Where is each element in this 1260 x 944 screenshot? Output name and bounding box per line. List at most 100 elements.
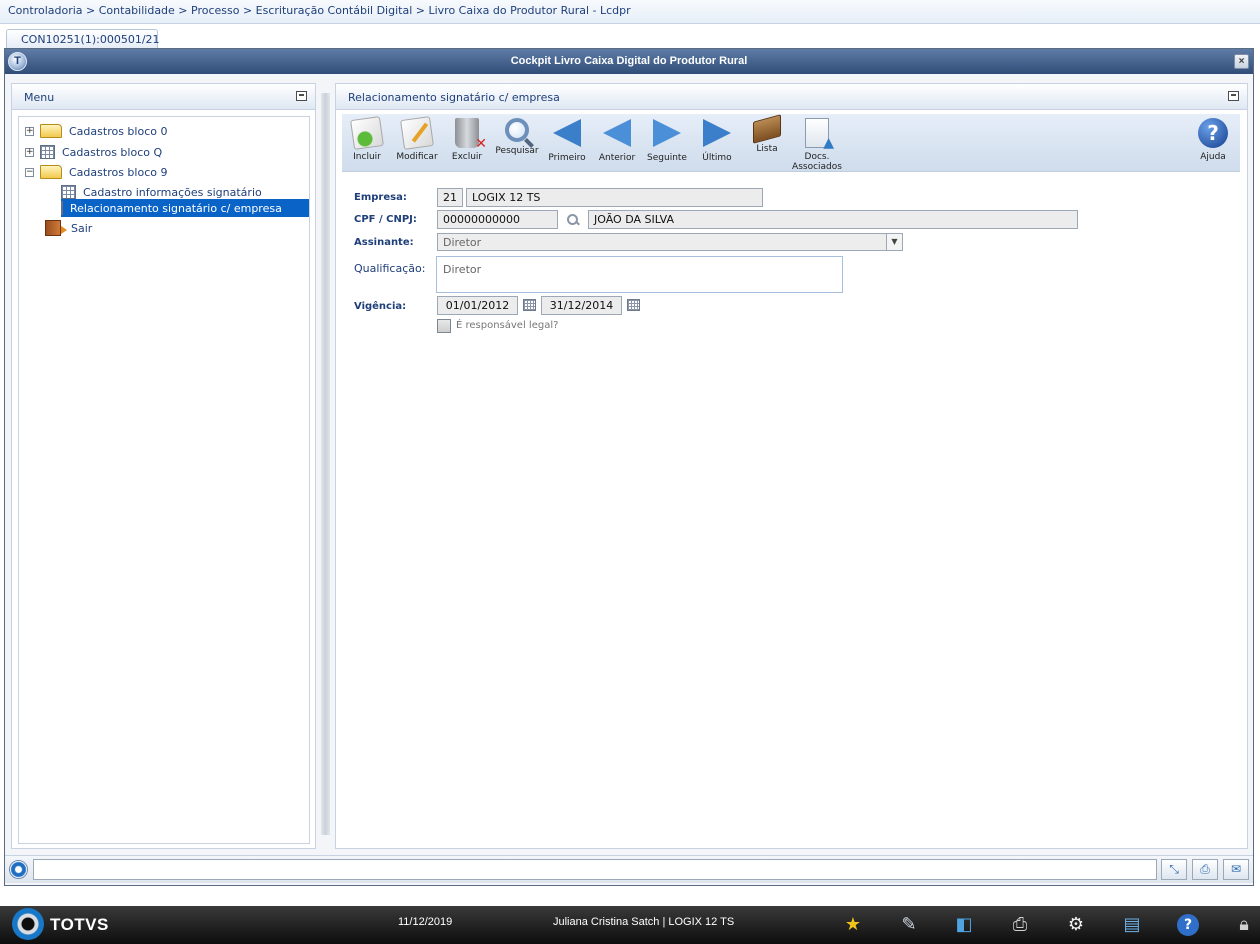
tree-item-label: Cadastros bloco 0: [69, 124, 168, 138]
edit-document-icon: [400, 116, 434, 150]
previous-record-icon: [603, 119, 631, 147]
pesquisar-label: Pesquisar: [495, 146, 539, 156]
exit-door-icon: [45, 220, 67, 236]
help-icon: ?: [1198, 118, 1228, 148]
book-icon: [753, 114, 781, 144]
tree-item-label: Cadastros bloco 9: [69, 165, 168, 179]
first-record-icon: [553, 119, 581, 147]
status-message-field: [33, 859, 1157, 880]
tab-program[interactable]: CON10251(1):000501/21: [6, 29, 160, 49]
content-title: Relacionamento signatário c/ empresa: [348, 91, 560, 104]
toolbar: Incluir Modificar Excluir Pesquisar Prim…: [342, 114, 1240, 172]
docs-label-line1: Docs.: [804, 152, 830, 162]
ultimo-label: Último: [702, 153, 732, 163]
message-button[interactable]: ✉: [1223, 859, 1249, 880]
docs-associados-button[interactable]: Docs. Associados: [792, 117, 842, 172]
menu-panel-header: Menu: [12, 84, 315, 110]
docs-label-line2: Associados: [792, 162, 842, 172]
ultimo-button[interactable]: Último: [692, 117, 742, 171]
printer-icon[interactable]: ⎙: [1009, 914, 1031, 936]
lista-button[interactable]: Lista: [742, 114, 792, 171]
vigencia-label: Vigência:: [354, 301, 407, 312]
close-window-button[interactable]: ×: [1234, 54, 1249, 69]
excluir-button[interactable]: Excluir: [442, 117, 492, 171]
pesquisar-button[interactable]: Pesquisar: [492, 117, 542, 171]
expand-icon[interactable]: +: [25, 126, 34, 136]
menu-panel: Menu + Cadastros bloco 0 + Cadastros blo…: [11, 83, 316, 849]
empresa-code-field[interactable]: 21: [437, 188, 463, 207]
breadcrumb[interactable]: Controladoria > Contabilidade > Processo…: [0, 0, 1260, 24]
chevron-down-icon[interactable]: ▼: [886, 234, 902, 250]
tree-item-sair[interactable]: Sair: [45, 219, 92, 237]
last-record-icon: [703, 119, 731, 147]
tree-item-label: Relacionamento signatário c/ empresa: [70, 201, 282, 215]
responsavel-legal-label: É responsável legal?: [456, 320, 559, 331]
modificar-button[interactable]: Modificar: [392, 116, 442, 171]
app-logo-icon: T: [8, 52, 27, 71]
tree-item-label: Sair: [71, 221, 93, 235]
tab-strip: CON10251(1):000501/21: [0, 24, 1260, 49]
totvs-logo-icon[interactable]: [12, 908, 44, 940]
expand-icon[interactable]: +: [25, 147, 34, 157]
folder-open-icon: [40, 165, 62, 179]
taskbar-user: Juliana Cristina Satch | LOGIX 12 TS: [553, 916, 735, 928]
seguinte-button[interactable]: Seguinte: [642, 117, 692, 171]
anterior-button[interactable]: Anterior: [592, 117, 642, 171]
minimize-menu-icon[interactable]: [296, 91, 307, 101]
brand-label: TOTVS: [50, 915, 109, 934]
calendar-icon[interactable]: [523, 299, 536, 311]
primeiro-button[interactable]: Primeiro: [542, 117, 592, 171]
tree-item-relacionamento-signatario-empresa[interactable]: Relacionamento signatário c/ empresa: [61, 199, 309, 217]
status-bar: ⤡ ⎙ ✉: [5, 855, 1253, 883]
vigencia-start-field[interactable]: 01/01/2012: [437, 296, 518, 315]
calendar-icon[interactable]: [627, 299, 640, 311]
taskbar: TOTVS 11/12/2019 Juliana Cristina Satch …: [0, 906, 1260, 944]
content-panel-header: Relacionamento signatário c/ empresa: [336, 84, 1247, 110]
ajuda-button[interactable]: ? Ajuda: [1188, 117, 1238, 171]
printer-button[interactable]: ⎙: [1192, 859, 1218, 880]
taskbar-date: 11/12/2019: [398, 916, 453, 928]
help-icon[interactable]: ?: [1177, 914, 1199, 936]
tools-icon[interactable]: ✎: [898, 914, 920, 936]
trash-icon: [455, 118, 487, 152]
program-window: T Cockpit Livro Caixa Digital do Produto…: [4, 48, 1254, 886]
totvs-status-icon[interactable]: [9, 860, 28, 879]
folder-icon: [40, 124, 62, 138]
tree-item-cadastros-bloco-q[interactable]: + Cadastros bloco Q: [25, 143, 162, 161]
ajuda-label: Ajuda: [1200, 152, 1226, 162]
empresa-label: Empresa:: [354, 192, 407, 203]
search-icon[interactable]: [566, 213, 580, 227]
document-upload-icon: [805, 118, 834, 151]
settings-gear-icon[interactable]: ⚙: [1065, 914, 1087, 936]
cpf-cnpj-field[interactable]: 00000000000: [437, 210, 558, 229]
resize-button[interactable]: ⤡: [1161, 859, 1187, 880]
incluir-button[interactable]: Incluir: [342, 116, 392, 171]
incluir-label: Incluir: [353, 152, 381, 162]
tree-item-cadastros-bloco-0[interactable]: + Cadastros bloco 0: [25, 122, 167, 140]
add-document-icon: [350, 116, 384, 150]
grid-icon: [40, 145, 55, 159]
excluir-label: Excluir: [451, 152, 483, 162]
grid-icon: [61, 201, 63, 215]
signatario-name-field: JOÃO DA SILVA: [588, 210, 1078, 229]
qualificacao-textarea[interactable]: Diretor: [436, 256, 843, 293]
tree-item-label: Cadastros bloco Q: [62, 145, 163, 159]
assinante-select[interactable]: Diretor ▼: [437, 233, 903, 251]
window-title: Cockpit Livro Caixa Digital do Produtor …: [510, 55, 748, 67]
collapse-icon[interactable]: −: [25, 167, 34, 177]
chart-icon[interactable]: ▤: [1121, 914, 1143, 936]
lista-label: Lista: [756, 144, 778, 154]
cpf-cnpj-label: CPF / CNPJ:: [354, 214, 417, 225]
cube-icon[interactable]: ◧: [953, 914, 975, 936]
panel-splitter[interactable]: [321, 93, 330, 835]
menu-tree: + Cadastros bloco 0 + Cadastros bloco Q …: [18, 116, 310, 844]
favorites-star-icon[interactable]: ★: [842, 914, 864, 936]
vigencia-end-field[interactable]: 31/12/2014: [541, 296, 622, 315]
lock-icon[interactable]: 🔒︎: [1233, 914, 1255, 936]
seguinte-label: Seguinte: [647, 153, 687, 163]
grid-icon: [61, 185, 76, 199]
tree-item-cadastros-bloco-9[interactable]: − Cadastros bloco 9: [25, 163, 167, 181]
minimize-content-icon[interactable]: [1228, 91, 1239, 101]
magnifier-icon: [505, 118, 529, 142]
responsavel-legal-checkbox[interactable]: [437, 319, 451, 333]
